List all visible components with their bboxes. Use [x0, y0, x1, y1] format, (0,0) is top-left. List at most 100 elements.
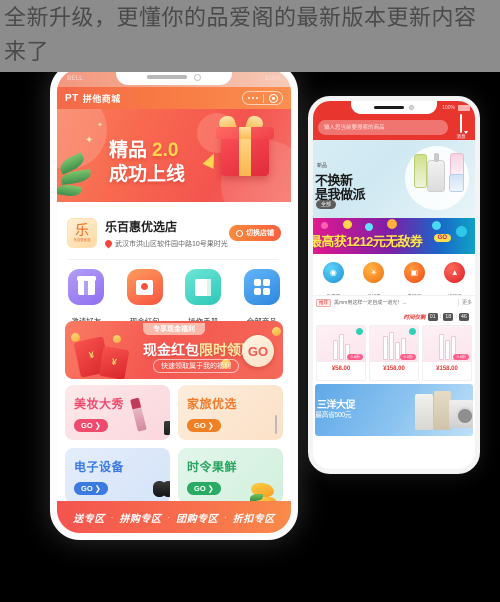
- category-go-button[interactable]: GO ❯: [74, 482, 108, 495]
- entry-manual[interactable]: 操作手册: [177, 269, 229, 329]
- product-card[interactable]: 9.8折 ¥158.00: [369, 325, 419, 381]
- product-discount: 9.8折: [453, 354, 469, 360]
- up-arrow-icon: [202, 151, 220, 169]
- category-title: 家旅优选: [187, 397, 238, 411]
- promo-title-a: 现金红包: [143, 342, 199, 358]
- category-go-label: GO: [81, 421, 93, 430]
- zone-item[interactable]: 折扣专区: [233, 510, 275, 525]
- category-go-button[interactable]: GO ❯: [187, 482, 221, 495]
- hero-title-text: 精品: [109, 140, 148, 161]
- category-electronics[interactable]: 电子设备 GO ❯: [65, 448, 170, 503]
- category-title: 时令果鲜: [187, 460, 238, 474]
- fire-icon: ▲: [444, 262, 466, 283]
- product-pump-bottle-icon: [427, 153, 445, 192]
- zone-item[interactable]: 团购专区: [176, 510, 218, 525]
- zone-separator: ·: [167, 512, 171, 522]
- right-notch: [351, 101, 437, 114]
- hero-title-line2: 成功上线: [109, 164, 186, 185]
- bottom-promo-subtitle: 最高省500元: [315, 412, 352, 419]
- red-packet-icon: [98, 345, 130, 379]
- category-go-label: GO: [194, 421, 206, 430]
- right-hero-banner[interactable]: 新品 不换新 是我做派 全部: [313, 140, 475, 218]
- recommend-bar[interactable]: 推荐 黑mm用这样一定自成一道光！... 更多: [313, 295, 475, 309]
- coupon-go-button[interactable]: GO: [433, 234, 451, 242]
- store-logo: 乐 乐百惠优选: [67, 218, 97, 248]
- message-bubble-icon: [460, 113, 462, 133]
- basket-icon: ▣: [403, 262, 425, 283]
- battery-icon: [458, 104, 470, 111]
- switch-store-button[interactable]: 切换店铺: [229, 225, 281, 241]
- scene: 100% 输入您当前要搜索的商品 消息 新品 不换新 是我做派 全部 最高获12…: [0, 0, 500, 602]
- confetti-dot: [456, 226, 467, 237]
- left-battery-text: 100%: [264, 74, 281, 82]
- countdown-label: 时间仅剩: [403, 315, 426, 321]
- right-battery-text: 100%: [442, 104, 455, 111]
- coin-icon: [113, 335, 121, 343]
- confetti-dot: [387, 219, 397, 229]
- search-placeholder: 输入您当前要搜索的商品: [324, 125, 385, 131]
- divider: [69, 259, 279, 260]
- cash-promo-banner[interactable]: 专享现金福利 现金红包限时领取 快速领取属于我的福利 GO: [65, 321, 283, 379]
- product-item-icon: [394, 342, 400, 360]
- recommend-more-link[interactable]: 更多: [457, 299, 472, 306]
- close-target-button[interactable]: [264, 93, 282, 103]
- product-item-icon: [438, 334, 444, 360]
- more-dots-icon[interactable]: [243, 96, 263, 100]
- capsule-menu[interactable]: [242, 91, 283, 105]
- bottom-promo-banner[interactable]: 三洋大促 最高省500元: [315, 384, 473, 436]
- product-item-icon: [332, 340, 338, 360]
- confetti-dot: [321, 222, 328, 229]
- gift-icon: [68, 269, 105, 305]
- zone-item[interactable]: 拼购专区: [119, 510, 161, 525]
- countdown-row: 时间仅剩 01 : 18 : 46: [313, 309, 475, 325]
- hero-tag: 新品: [317, 163, 328, 169]
- sparkle-icon: ✦: [97, 122, 103, 129]
- category-go-button[interactable]: GO ❯: [74, 419, 108, 432]
- message-button[interactable]: 消息: [452, 113, 470, 140]
- sparkle-icon: ✦: [85, 135, 94, 146]
- phone-mockup-right: 100% 输入您当前要搜索的商品 消息 新品 不换新 是我做派 全部 最高获12…: [308, 96, 480, 474]
- promo-subtitle: 快速领取属于我的福利: [153, 359, 239, 373]
- product-item-icon: [338, 334, 344, 360]
- app-logo: PT: [65, 92, 79, 104]
- zone-separator: ·: [224, 512, 227, 522]
- product-card[interactable]: 9.8折 ¥58.00: [316, 325, 366, 381]
- left-hero-banner[interactable]: ✦ ✦ 精品 2.0 成功上线: [57, 109, 291, 202]
- product-price: ¥58.00: [331, 366, 351, 372]
- store-address-row: 武汉市洪山区软件园中路10号果时光: [103, 238, 229, 249]
- camera-icon: [194, 73, 201, 81]
- product-image: 9.8折: [317, 326, 365, 362]
- product-row: 9.8折 ¥58.00 9.8折 ¥158.00 9.8折 ¥158.00: [313, 325, 475, 381]
- page-title: 全新升级，更懂你的品爱阁的最新版本更新内容来了: [4, 5, 477, 64]
- category-go-button[interactable]: GO ❯: [187, 419, 221, 432]
- hero-all-button[interactable]: 全部: [316, 200, 337, 209]
- search-input[interactable]: 输入您当前要搜索的商品: [318, 119, 448, 135]
- promo-go-button[interactable]: GO: [242, 335, 274, 367]
- carrier-text: BELL: [67, 74, 83, 82]
- product-card[interactable]: 9.8折 ¥158.00: [422, 325, 472, 381]
- message-label: 消息: [456, 133, 466, 139]
- category-title: 电子设备: [74, 460, 125, 474]
- category-travel[interactable]: 家旅优选 GO ❯: [178, 385, 283, 440]
- broadcast-icon: ◉: [322, 262, 344, 283]
- confetti-dot: [365, 223, 373, 231]
- speaker-icon: [147, 75, 187, 79]
- entry-invite-friends[interactable]: 邀请好友: [60, 269, 112, 329]
- product-item-icon: [382, 336, 388, 360]
- entry-cash-red-packet[interactable]: 现金红包: [119, 269, 171, 329]
- category-title: 美妆大秀: [74, 397, 125, 411]
- promo-title: 现金红包限时领取: [143, 340, 255, 360]
- store-info: 乐百惠优选店 武汉市洪山区软件园中路10号果时光: [103, 218, 229, 249]
- category-fresh-fruit[interactable]: 时令果鲜 GO ❯: [178, 448, 283, 503]
- entry-all-products[interactable]: 全部商品: [236, 269, 288, 329]
- category-grid: 美妆大秀 GO ❯ 家旅优选 GO ❯ 电子设备 GO ❯ 时令果鲜 GO ❯: [65, 385, 283, 503]
- app-name: 拼他商城: [82, 93, 121, 104]
- zone-item[interactable]: 送专区: [73, 510, 105, 525]
- coupon-banner[interactable]: 最高获1212元无敌券 GO: [313, 218, 475, 254]
- red-envelope-icon: [126, 269, 163, 305]
- category-beauty[interactable]: 美妆大秀 GO ❯: [65, 385, 170, 440]
- bottom-promo-title: 三洋大促: [317, 400, 356, 411]
- product-carton-icon: [449, 174, 464, 192]
- switch-store-label: 切换店铺: [246, 230, 274, 237]
- gift-lid-icon: [216, 127, 274, 139]
